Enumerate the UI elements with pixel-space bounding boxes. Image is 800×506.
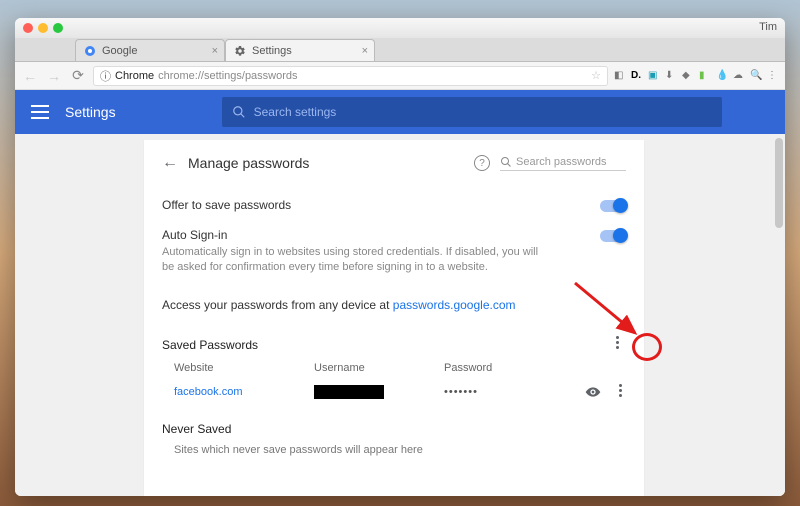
- passwords-search[interactable]: [500, 156, 626, 171]
- passwords-card: ← Manage passwords ? Offer to save passw…: [144, 140, 644, 496]
- profile-name[interactable]: Tim: [759, 21, 777, 33]
- tab-settings[interactable]: Settings ×: [225, 39, 375, 61]
- nav-back-button[interactable]: ←: [21, 67, 39, 85]
- hamburger-menu-icon[interactable]: [31, 105, 49, 119]
- ext-icon[interactable]: ▣: [648, 70, 660, 82]
- col-username: Username: [314, 362, 444, 374]
- access-passwords-row: Access your passwords from any device at…: [162, 284, 626, 320]
- password-masked: •••••••: [444, 386, 564, 398]
- extension-icons: ◧ D. ▣ ⬇ ◆ ▮ 💧 ☁ 🔍 ⋮: [614, 70, 779, 82]
- search-icon: [500, 156, 512, 168]
- scrollbar-thumb[interactable]: [775, 138, 783, 228]
- passwords-google-link[interactable]: passwords.google.com: [393, 298, 516, 312]
- access-text: Access your passwords from any device at: [162, 298, 393, 312]
- ext-icon[interactable]: ⬇: [665, 70, 677, 82]
- traffic-lights: [23, 23, 63, 33]
- tab-label: Settings: [252, 45, 292, 57]
- site-link[interactable]: facebook.com: [174, 386, 314, 398]
- settings-header: Settings: [15, 90, 785, 134]
- password-row: facebook.com •••••••: [162, 384, 626, 400]
- google-favicon-icon: [84, 45, 96, 57]
- address-bar[interactable]: ⓘ Chrome chrome://settings/passwords ☆: [93, 66, 608, 86]
- close-tab-icon[interactable]: ×: [212, 45, 218, 57]
- ext-icon[interactable]: D.: [631, 70, 643, 82]
- setting-label: Offer to save passwords: [162, 198, 291, 212]
- offer-to-save-row: Offer to save passwords: [162, 190, 626, 220]
- window-titlebar: Tim: [15, 18, 785, 38]
- ext-icon[interactable]: ◧: [614, 70, 626, 82]
- info-icon: ⓘ: [100, 68, 111, 84]
- col-password: Password: [444, 362, 564, 374]
- passwords-search-input[interactable]: [516, 156, 626, 168]
- close-window-button[interactable]: [23, 23, 33, 33]
- url-scheme-chip: Chrome: [115, 70, 154, 82]
- tab-google[interactable]: Google ×: [75, 39, 225, 61]
- vertical-scrollbar[interactable]: [773, 134, 785, 496]
- ext-icon[interactable]: 🔍: [750, 70, 762, 82]
- password-row-menu-button[interactable]: [619, 384, 622, 400]
- ext-icon[interactable]: ▮: [699, 70, 711, 82]
- search-icon: [232, 105, 246, 119]
- tab-strip: Google × Settings ×: [15, 38, 785, 62]
- browser-window: Tim Google × Settings × ← → ⟳ ⓘ Chrome c…: [15, 18, 785, 496]
- never-saved-empty-text: Sites which never save passwords will ap…: [162, 444, 626, 456]
- gear-icon: [234, 45, 246, 57]
- minimize-window-button[interactable]: [38, 23, 48, 33]
- content-area: ← Manage passwords ? Offer to save passw…: [15, 134, 785, 496]
- username-redacted: [314, 385, 384, 399]
- settings-search[interactable]: [222, 97, 722, 127]
- ext-icon[interactable]: ◆: [682, 70, 694, 82]
- passwords-table-header: Website Username Password: [162, 362, 626, 374]
- reveal-password-icon[interactable]: [585, 384, 601, 400]
- settings-search-input[interactable]: [254, 105, 712, 119]
- setting-description: Automatically sign in to websites using …: [162, 245, 542, 276]
- help-icon[interactable]: ?: [474, 155, 490, 171]
- close-tab-icon[interactable]: ×: [362, 45, 368, 57]
- back-arrow-icon[interactable]: ←: [162, 154, 178, 172]
- url-path: chrome://settings/passwords: [158, 70, 297, 82]
- maximize-window-button[interactable]: [53, 23, 63, 33]
- ext-icon[interactable]: 💧: [716, 70, 728, 82]
- ext-icon[interactable]: ☁: [733, 70, 745, 82]
- section-label: Saved Passwords: [162, 338, 258, 352]
- page-title: Manage passwords: [188, 155, 309, 171]
- nav-forward-button[interactable]: →: [45, 67, 63, 85]
- chrome-menu-icon[interactable]: ⋮: [767, 70, 779, 82]
- bookmark-star-icon[interactable]: ☆: [591, 69, 601, 82]
- saved-passwords-heading: Saved Passwords: [162, 338, 626, 352]
- setting-label: Auto Sign-in: [162, 228, 542, 242]
- toolbar: ← → ⟳ ⓘ Chrome chrome://settings/passwor…: [15, 62, 785, 90]
- offer-to-save-toggle[interactable]: [600, 200, 626, 212]
- auto-signin-row: Auto Sign-in Automatically sign in to we…: [162, 220, 626, 284]
- never-saved-heading: Never Saved: [162, 422, 626, 436]
- nav-reload-button[interactable]: ⟳: [69, 67, 87, 85]
- saved-passwords-menu-button[interactable]: [608, 334, 626, 352]
- tab-label: Google: [102, 45, 137, 57]
- app-title: Settings: [65, 104, 116, 120]
- col-website: Website: [174, 362, 314, 374]
- auto-signin-toggle[interactable]: [600, 230, 626, 242]
